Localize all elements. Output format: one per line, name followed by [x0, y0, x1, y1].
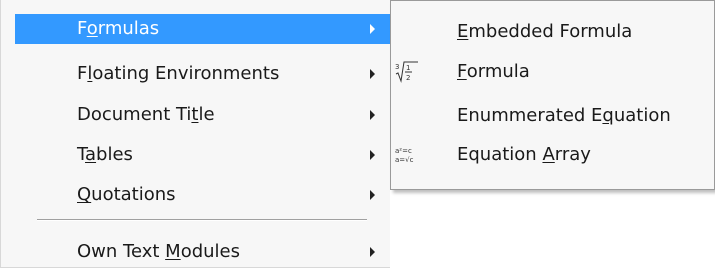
- menu-item-quotations[interactable]: Quotations: [15, 180, 391, 210]
- submenu-arrow-icon: [370, 24, 375, 34]
- svg-text:3: 3: [395, 63, 399, 71]
- submenu-item-formula[interactable]: 3 1 2 Formula: [391, 54, 714, 90]
- menu-item-own-text-modules[interactable]: Own Text Modules: [15, 237, 391, 267]
- equation-array-icon: a²=c a=√c: [395, 147, 414, 164]
- formulas-submenu: Embedded Formula 3 1 2 Formula Enummerat…: [390, 0, 715, 190]
- submenu-arrow-icon: [370, 110, 375, 120]
- menu-item-own-text-modules-label: Own Text Modules: [77, 241, 240, 262]
- menu-separator: [37, 219, 367, 221]
- svg-text:2: 2: [406, 74, 410, 82]
- submenu-item-embedded-formula-label: Embedded Formula: [457, 21, 633, 42]
- svg-text:a²=c: a²=c: [395, 147, 412, 155]
- menu-item-formulas[interactable]: Formulas: [15, 14, 391, 44]
- menu-item-document-title-label: Document Title: [77, 104, 215, 125]
- submenu-item-enummerated-equation[interactable]: Enummerated Equation: [391, 98, 714, 134]
- menu-item-floating-environments[interactable]: Floating Environments: [15, 59, 391, 89]
- menu-item-tables[interactable]: Tables: [15, 140, 391, 170]
- menu-item-document-title[interactable]: Document Title: [15, 100, 391, 130]
- submenu-arrow-icon: [370, 150, 375, 160]
- root-fraction-icon: 3 1 2: [395, 61, 418, 83]
- submenu-item-equation-array[interactable]: a²=c a=√c Equation Array: [391, 137, 714, 173]
- main-menu: Formulas Floating Environments Document …: [0, 0, 391, 268]
- submenu-item-equation-array-label: Equation Array: [457, 144, 591, 165]
- menu-item-quotations-label: Quotations: [77, 184, 176, 205]
- submenu-item-embedded-formula[interactable]: Embedded Formula: [391, 14, 714, 50]
- svg-text:1: 1: [406, 64, 410, 72]
- submenu-item-enummerated-equation-label: Enummerated Equation: [457, 105, 671, 126]
- svg-text:a=√c: a=√c: [395, 156, 414, 164]
- menu-item-tables-label: Tables: [77, 144, 133, 165]
- submenu-arrow-icon: [370, 247, 375, 257]
- submenu-item-formula-label: Formula: [457, 61, 530, 82]
- submenu-arrow-icon: [370, 69, 375, 79]
- menu-item-formulas-label: Formulas: [77, 18, 160, 39]
- submenu-arrow-icon: [370, 190, 375, 200]
- menu-item-floating-environments-label: Floating Environments: [77, 63, 280, 84]
